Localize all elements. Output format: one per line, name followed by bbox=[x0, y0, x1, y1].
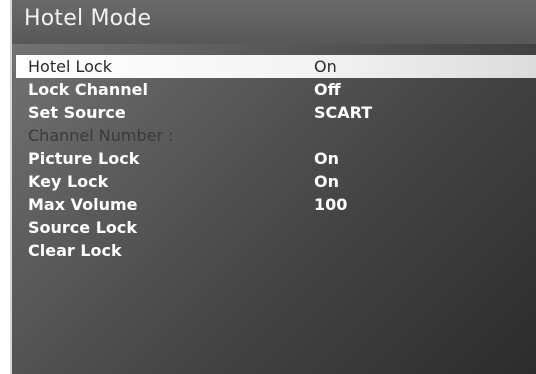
menu-item-label: Max Volume bbox=[28, 195, 138, 214]
menu-item-picture-lock[interactable]: Picture Lock On bbox=[16, 147, 536, 170]
page-title: Hotel Mode bbox=[24, 6, 152, 31]
menu-item-label: Clear Lock bbox=[28, 241, 122, 260]
menu-item-label: Lock Channel bbox=[28, 80, 148, 99]
title-bar: Hotel Mode bbox=[12, 0, 536, 44]
menu-item-lock-channel[interactable]: Lock Channel Off bbox=[16, 78, 536, 101]
menu-item-value: Off bbox=[314, 80, 341, 99]
tv-screen: Hotel Mode Hotel Lock On Lock Channel Of… bbox=[10, 0, 536, 374]
menu-item-label: Key Lock bbox=[28, 172, 109, 191]
menu-item-set-source[interactable]: Set Source SCART bbox=[16, 101, 536, 124]
menu-item-label: Hotel Lock bbox=[28, 57, 112, 76]
menu-item-key-lock[interactable]: Key Lock On bbox=[16, 170, 536, 193]
menu-item-value: SCART bbox=[314, 103, 373, 122]
menu-item-channel-number: Channel Number : bbox=[16, 124, 536, 147]
menu-item-source-lock[interactable]: Source Lock bbox=[16, 216, 536, 239]
menu-item-value: 100 bbox=[314, 195, 348, 214]
menu-item-value: On bbox=[314, 57, 337, 76]
menu-item-label: Channel Number : bbox=[28, 126, 174, 145]
menu-item-max-volume[interactable]: Max Volume 100 bbox=[16, 193, 536, 216]
menu-item-value: On bbox=[314, 172, 339, 191]
menu-item-value: On bbox=[314, 149, 339, 168]
menu-item-clear-lock[interactable]: Clear Lock bbox=[16, 239, 536, 262]
menu-item-hotel-lock[interactable]: Hotel Lock On bbox=[16, 55, 536, 78]
menu-item-label: Source Lock bbox=[28, 218, 138, 237]
menu-item-label: Set Source bbox=[28, 103, 126, 122]
menu-item-label: Picture Lock bbox=[28, 149, 140, 168]
hotel-mode-menu: Hotel Lock On Lock Channel Off Set Sourc… bbox=[16, 55, 536, 262]
